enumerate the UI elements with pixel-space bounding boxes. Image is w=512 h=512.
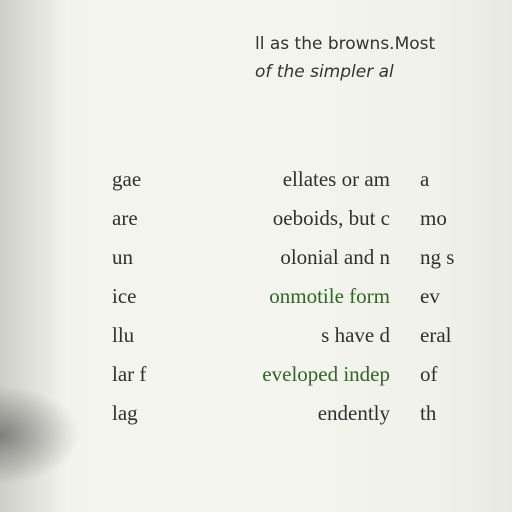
col3-line: th [420,401,437,425]
col3-line: a [420,167,430,191]
col2-line-green: eveloped indep [262,362,390,386]
top-line-1: ll as the browns.Most [255,34,436,54]
col3-line: of [420,362,438,386]
col1-line: lar f [112,362,147,386]
col1-line: are [112,206,138,230]
top-text-block: ll as the browns.Most of the simpler al [255,30,512,86]
text-column-1: gae are un ice llu lar f lag [112,160,172,433]
col1-line: lag [112,401,138,425]
col2-line: s have d [321,323,390,347]
text-column-2: ellates or am oeboids, but c olonial and… [190,160,390,433]
col3-line: ev [420,284,440,308]
col3-line: mo [420,206,447,230]
col1-line: un [112,245,133,269]
paper-page: ll as the browns.Most of the simpler al … [0,0,512,512]
col2-line: ellates or am [282,167,390,191]
col3-line: eral [420,323,452,347]
dark-corner-mark [0,385,80,485]
col3-line: ng s [420,245,455,269]
col1-line: llu [112,323,135,347]
col2-line-green: onmotile form [269,284,390,308]
top-line-2: of the simpler al [255,62,394,82]
col1-line: gae [112,167,142,191]
text-column-3: a mo ng s ev eral of th [420,160,490,433]
col1-line: ice [112,284,137,308]
col2-line: endently [317,401,390,425]
col2-line: olonial and n [280,245,390,269]
col2-line: oeboids, but c [272,206,390,230]
